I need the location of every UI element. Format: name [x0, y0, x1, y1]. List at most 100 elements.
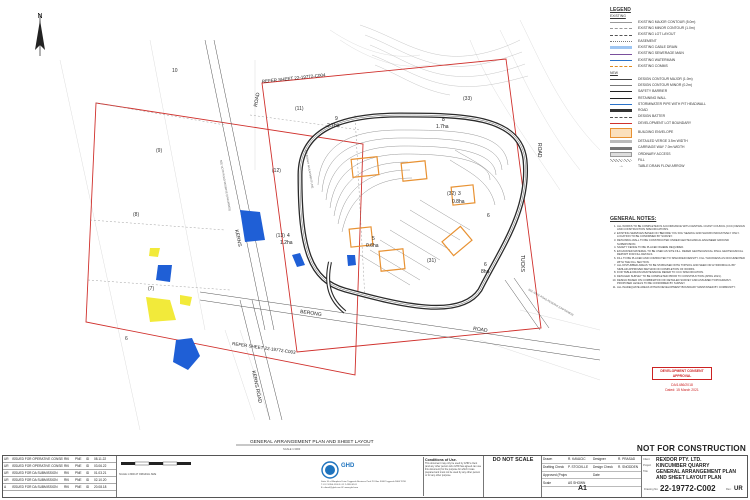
- not-for-construction: NOT FOR CONSTRUCTION: [636, 444, 746, 453]
- scale-bar: SCALE 1:3000 AT ORIGINAL SIZE: [119, 460, 193, 480]
- quarry-loop-road: [297, 112, 529, 314]
- lot-label: (32): [447, 191, 456, 197]
- building-envelopes: [348, 156, 476, 272]
- site-plan: N 10 (9) (8) (7) 6 (11) (12) (13) (31) (…: [35, 13, 601, 451]
- legend-item: BUILDING ENVELOPE: [610, 127, 746, 139]
- drafting-check-label: Drafting Check: [543, 465, 565, 470]
- area-hectares: 1.2ha: [280, 240, 293, 246]
- development-boundary: [261, 58, 542, 353]
- reserve-label: SEE NOTE ROAD RESERVE (UNFORMED): [528, 287, 575, 316]
- revision-row: UR ISSUED FOR OPERATIVE CONSENT RKI PNE ID 03…: [3, 463, 116, 470]
- notes-title: GENERAL NOTES:: [610, 216, 657, 222]
- drawing-number: 22-19772-C002: [660, 484, 716, 493]
- drafting-check: P. STOCKLLE: [568, 465, 589, 470]
- stamp-date: Dated: 15 March 2021: [665, 387, 699, 392]
- legend: LEGEND EXISTING EXISTING MAJOR CONTOUR (…: [610, 8, 746, 170]
- legend-title: LEGEND: [610, 7, 631, 13]
- designer-label: Designer: [593, 457, 606, 462]
- road-label: TUCKS: [519, 255, 525, 273]
- revision-table: UR ISSUED FOR OPERATIVE CONSENT RKI PNE ID 08…: [3, 456, 117, 497]
- note-item: EXISTING SERVICES BASED ON 'BEFORE YOU D…: [617, 232, 746, 239]
- conditions-of-use: Conditions of Use. This document may onl…: [423, 457, 483, 496]
- stamp-title: DEVELOPMENT CONSENT APPROVAL: [652, 367, 712, 380]
- drawing-title-2: AND SHEET LAYOUT PLAN: [656, 475, 722, 481]
- road-label: ROAD: [253, 92, 261, 108]
- legend-item: EXISTING COMMS: [610, 63, 746, 69]
- lot-label: (8): [133, 212, 139, 218]
- pond: [240, 210, 265, 242]
- area-number: 5: [372, 236, 375, 242]
- ghd-logo-icon: [321, 461, 339, 479]
- note-item: EXCAVATED MATERIAL TO BE USED AS SITE FI…: [617, 250, 746, 257]
- lot-label: 6: [125, 336, 128, 342]
- road-label: ROAD: [473, 326, 489, 334]
- road-label: ROAD: [536, 143, 542, 158]
- scale-bar-graphic: [121, 461, 191, 466]
- drawn-label: Drawn: [543, 457, 553, 462]
- road-label: KERNS: [233, 229, 243, 248]
- yellow-area: [180, 295, 192, 306]
- sheet-size: A1: [578, 485, 587, 492]
- reserve-label: SEE NOTE ROAD RESERVE (UNFORMED): [219, 159, 232, 211]
- sheet-layout-boundary-c003: [85, 102, 364, 376]
- lot-label: (12): [272, 168, 281, 174]
- lot-label: (9): [156, 148, 162, 154]
- lot-label: (11): [295, 106, 304, 112]
- building-envelope: [350, 156, 380, 178]
- revision-row: UR ISSUED FOR DA SUBMISSION RKI PNE ID 01.03.…: [3, 470, 116, 477]
- arrow-icon: →: [618, 163, 624, 170]
- pond: [292, 253, 305, 267]
- background-contours: [59, 19, 601, 431]
- project-block: Client REXDOR PTY. LTD. Project KINCUMBE…: [578, 456, 748, 497]
- north-arrow-icon: [35, 14, 45, 56]
- refer-sheet-top: REFER SHEET 22-19772-C004: [262, 72, 327, 84]
- design-check-label: Design Check: [593, 465, 613, 470]
- approved-label: Approved (Project Director): [543, 472, 567, 477]
- north-label: N: [37, 13, 42, 20]
- reserve-label: BOUNDARY ADJUSTMENT LINE: [304, 149, 315, 188]
- yellow-area: [149, 248, 160, 257]
- designer: R. PRASAD: [618, 457, 636, 462]
- firm-block: GHD Suite 10 of Marpkeis Drive Tuggerah …: [321, 459, 421, 495]
- drawing-people: Drawn R. KAVACIC Designer R. PRASAD Draftin…: [541, 456, 642, 497]
- yellow-areas: [146, 248, 192, 322]
- lot-label: (13): [276, 233, 285, 239]
- area-number: 6: [484, 262, 487, 268]
- legend-item: → TABLE DRAIN FLOW ARROW: [610, 164, 746, 170]
- area-hectares: 2.7ha: [327, 123, 340, 129]
- area-number: 3: [458, 191, 461, 197]
- drawn-by: R. KAVACIC: [568, 457, 586, 462]
- pond: [347, 255, 356, 266]
- lot-label: 6: [487, 213, 490, 219]
- design-check: R. SNODDEN: [618, 465, 639, 470]
- building-envelope: [378, 248, 406, 272]
- area-number: 9: [335, 116, 338, 122]
- firm-name: GHD: [341, 463, 355, 469]
- plan-title: GENERAL ARRANGEMENT PLAN AND SHEET LAYOU…: [250, 439, 374, 445]
- yellow-area: [146, 297, 176, 322]
- notes-list: ALL WORKS TO BE COMPLETED IN ACCORDANCE …: [610, 225, 746, 290]
- area-hectares: 0.8ha: [452, 199, 465, 205]
- revision-row: UR ISSUED FOR DA SUBMISSION RKI PNE ID 02.10.…: [3, 477, 116, 484]
- building-envelope: [441, 225, 473, 257]
- legend-group-new: NEW: [610, 70, 618, 75]
- road-label: KERNS ROAD: [250, 370, 263, 404]
- lot-label: (33): [463, 96, 472, 102]
- date-label: Date: [593, 472, 600, 477]
- revision-row: A ISSUED FOR DA SUBMISSION RKI PNE ID 20.08.1…: [3, 484, 116, 491]
- do-not-scale-box: DO NOT SCALE: [483, 456, 542, 497]
- area-hectares: 0.6ha: [366, 243, 379, 249]
- legend-group-existing: EXISTING: [610, 14, 626, 18]
- firm-email: E: ntlmail@ghd.com W: www.ghd.com: [321, 486, 359, 489]
- note-item: ALL INADEQUATE AREAS WITHIN DEVELOPMENT …: [617, 286, 746, 290]
- design-contours: [317, 129, 509, 286]
- consent-stamp: DEVELOPMENT CONSENT APPROVAL DA/1486/201…: [652, 367, 712, 392]
- area-hectares: 8ha: [481, 269, 490, 275]
- scale-bar-label: SCALE 1:3000 AT ORIGINAL SIZE: [119, 473, 157, 476]
- pond: [173, 338, 200, 370]
- drawing-sheet: N 10 (9) (8) (7) 6 (11) (12) (13) (31) (…: [0, 0, 750, 500]
- general-notes: GENERAL NOTES: ALL WORKS TO BE COMPLETED…: [610, 216, 746, 290]
- lot-label: 10: [172, 68, 178, 74]
- note-item: ALL WORKS TO BE COMPLETED IN ACCORDANCE …: [617, 225, 746, 232]
- plan-scale: SCALE 1:3000: [283, 447, 301, 451]
